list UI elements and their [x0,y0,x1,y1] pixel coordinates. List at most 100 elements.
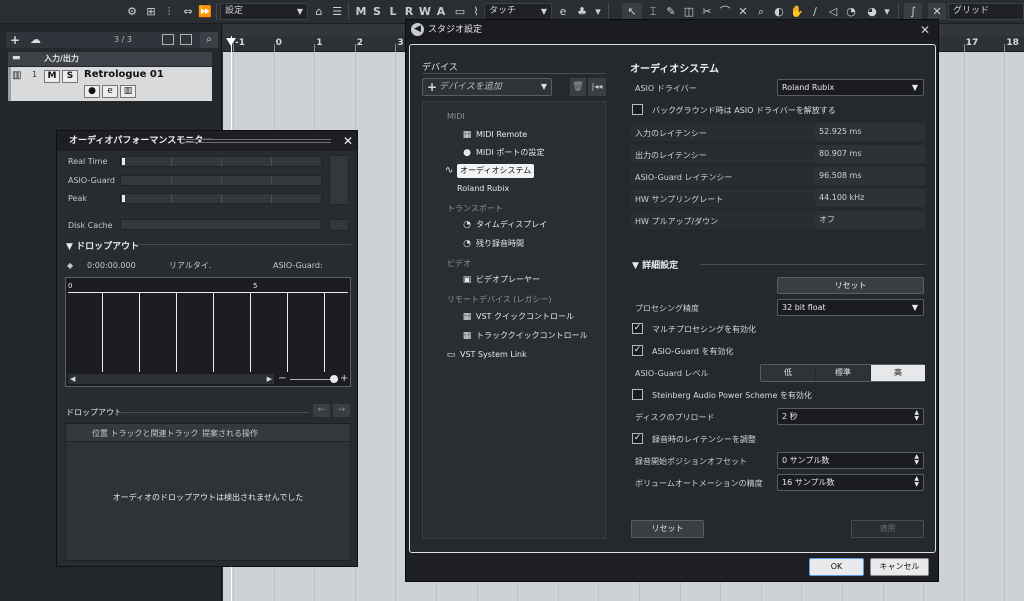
precision-select[interactable]: 32 bit float ▼ [777,299,924,316]
vol-precision-stepper[interactable]: 16 サンプル数 ▲ ▼ [777,474,924,491]
drag-grip[interactable] [181,139,331,140]
track-solo-button[interactable]: S [62,70,78,83]
tree-item-rec-time[interactable]: ◔ 残り録音時間 [461,237,524,251]
adjust-latency-checkbox[interactable]: ✓ [632,433,643,444]
dialog-titlebar[interactable]: ◀ スタジオ設定 ✕ [406,20,938,40]
window-icon[interactable] [162,34,174,45]
record-button[interactable]: ● [84,85,100,98]
automation-icon[interactable]: ⌇ [470,3,482,20]
scroll-right-icon[interactable]: ▶ [267,374,272,384]
scroll-left-icon[interactable]: ◀ [70,374,75,384]
list-icon[interactable]: ☰ [330,3,344,20]
release-driver-checkbox[interactable] [632,104,643,115]
settings-icon[interactable]: ⚙ [124,3,140,20]
close-icon[interactable]: ✕ [343,131,353,151]
perf-monitor-title[interactable]: オーディオパフォーマンスモニター ✕ [57,131,357,151]
trash-icon[interactable]: 🗑 [570,78,586,96]
asioguard-enable-checkbox[interactable]: ✓ [632,345,643,356]
tree-item-audio-system[interactable]: オーディオシステム [457,164,535,178]
tree-item-video-player[interactable]: ▣ ビデオプレーヤー [461,273,540,287]
zoom-out-icon[interactable]: − [278,374,286,384]
tree-icon[interactable]: ⊞ [144,3,158,20]
search-icon[interactable]: ⌕ [200,32,218,48]
add-track-button[interactable]: + [10,32,20,48]
dropout-section-header[interactable]: ▼ ドロップアウト [66,239,139,252]
scissors-icon[interactable]: ✂ [700,3,714,20]
mixer-icon[interactable]: ⫶ [162,3,176,20]
tree-item-vst-link[interactable]: ▭ VST System Link [445,348,527,362]
disk-overload-indicator[interactable] [329,219,349,231]
add-folder-icon[interactable]: ☁ [30,32,41,48]
cursor-marker-icon[interactable] [226,38,236,46]
forward-icon[interactable]: ⏩ [198,3,212,20]
asio-driver-select[interactable]: Roland Rubix ▼ [777,79,924,96]
cycle-icon[interactable]: ⇔ [180,3,196,20]
tree-item-track-quick[interactable]: ▦ トラッククイックコントロール [461,329,588,343]
mute-tool-icon[interactable]: ✕ [736,3,750,20]
ok-button[interactable]: OK [809,558,864,576]
back-icon[interactable]: ◀ [411,23,424,36]
stepper-icon[interactable]: ▲ ▼ [914,410,919,422]
pencil-icon[interactable]: ✎ [664,3,678,20]
comp-tool-icon[interactable]: ◐ [772,3,786,20]
track-retrologue[interactable]: ▥ 1 M S Retrologue 01 ● e ▥ [8,67,212,101]
monitor-icon[interactable]: ▭ [452,3,468,20]
snap-type-select[interactable]: グリッド [948,3,1024,20]
graph-zoom-slider[interactable]: − + [278,374,348,384]
listen-toggle[interactable]: L [386,3,400,20]
column-action[interactable]: 提案される操作 [202,428,258,439]
glue-icon[interactable]: ⌒ [718,3,732,20]
solo-toggle[interactable]: S [370,3,384,20]
mute-toggle[interactable]: M [354,3,368,20]
edit-instrument-button[interactable]: e [102,85,118,98]
zoom-knob[interactable] [330,375,338,383]
stepper-icon[interactable]: ▲ ▼ [914,454,919,466]
play-tool-icon[interactable]: ◁ [826,3,840,20]
grid-snap-icon[interactable]: ∫ [904,3,922,20]
overload-indicator[interactable] [329,155,349,205]
zoom-in-icon[interactable]: + [340,374,348,384]
edit-icon[interactable]: e [556,3,570,20]
reset-device-icon[interactable]: |◂◂ [588,78,606,96]
zoom-icon[interactable]: ⌕ [754,3,768,20]
graph-scrollbar[interactable]: ◀ ▶ [68,374,274,384]
speaker-icon[interactable]: ◔ [844,3,858,20]
tree-item-midi-remote[interactable]: ▦ MIDI Remote [461,128,527,142]
track-io[interactable]: ▬ 入力/出力 [8,52,212,66]
cancel-button[interactable]: キャンセル [870,558,929,576]
chevron-down-icon[interactable]: ▾ [882,3,892,20]
list-icon[interactable] [180,34,192,45]
dropout-graph[interactable]: 0 5 ◀ ▶ − + [65,277,351,387]
tree-item-vst-quick[interactable]: ▦ VST クイックコントロール [461,310,574,324]
group-icon[interactable]: ♣ [574,3,590,20]
level-low-button[interactable]: 低 [761,365,815,381]
apply-button[interactable]: 適用 [851,520,924,538]
line-tool-icon[interactable]: ∕ [808,3,822,20]
column-position[interactable]: 位置 トラックと関連トラック [92,428,199,439]
automation-mode-select[interactable]: タッチ ▼ [484,3,552,20]
prev-icon[interactable]: ← [313,404,330,417]
hand-icon[interactable]: ✋ [790,3,804,20]
add-device-select[interactable]: + デバイスを追加 ▼ [422,78,552,96]
range-tool-icon[interactable]: ⌶ [646,3,660,20]
reset-button[interactable]: リセット [777,277,924,294]
pointer-tool-icon[interactable]: ↖ [622,3,642,20]
close-icon[interactable]: ✕ [920,20,930,40]
detail-section-header[interactable]: ▼ 詳細設定 [632,258,678,271]
tree-item-midi-port[interactable]: ● MIDI ポートの設定 [461,146,544,160]
rec-offset-stepper[interactable]: 0 サンプル数 ▲ ▼ [777,452,924,469]
stepper-icon[interactable]: ▲ ▼ [914,476,919,488]
chevron-down-icon[interactable]: ▾ [592,3,604,20]
tree-item-audio-driver[interactable]: Roland Rubix [457,182,509,196]
tree-item-time-display[interactable]: ◔ タイムディスプレイ [461,218,547,232]
color-icon[interactable]: ◕ [864,3,880,20]
read-toggle[interactable]: R [402,3,416,20]
locate-icon[interactable]: ◆ [67,259,73,273]
track-mute-button[interactable]: M [44,70,60,83]
level-high-button[interactable]: 高 [871,365,925,381]
power-scheme-checkbox[interactable] [632,389,643,400]
keyboard-icon[interactable]: ▥ [120,85,136,98]
multiprocessing-checkbox[interactable]: ✓ [632,323,643,334]
bottom-reset-button[interactable]: リセット [631,520,704,538]
next-icon[interactable]: → [333,404,350,417]
